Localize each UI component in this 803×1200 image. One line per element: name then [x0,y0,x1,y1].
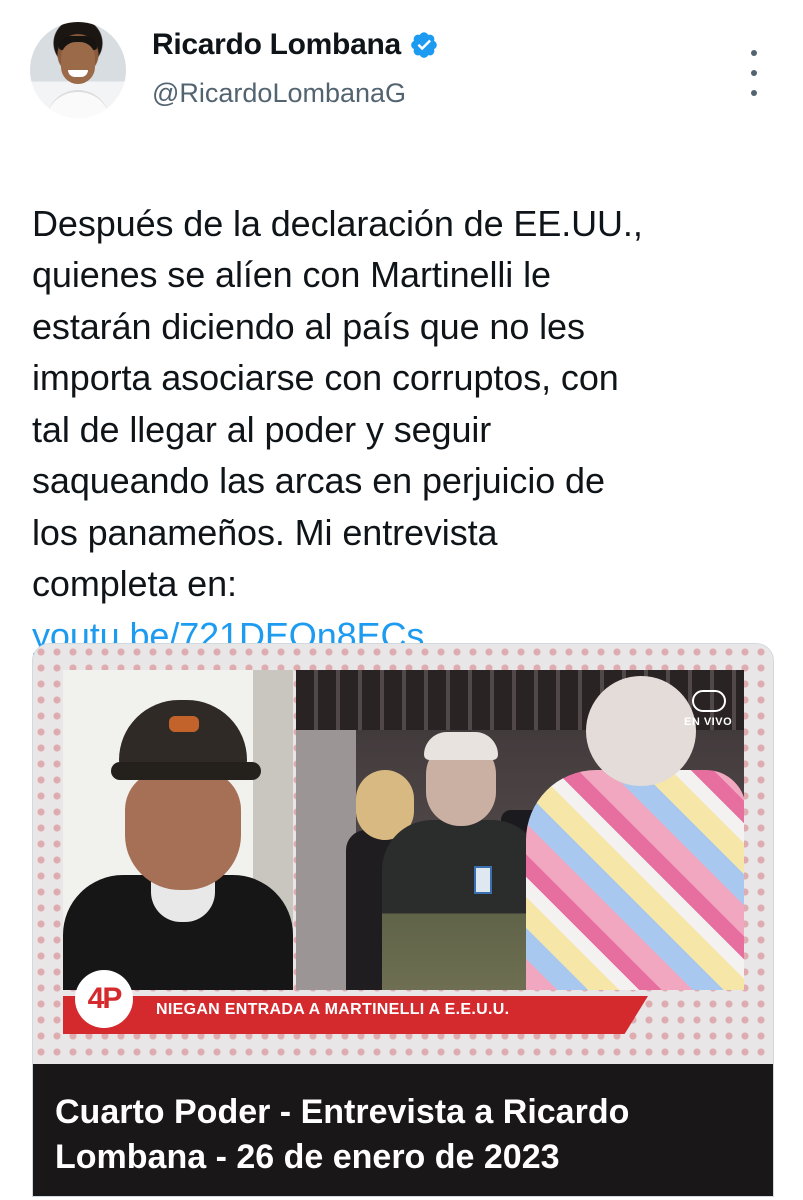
man-hair [424,732,498,760]
card-title[interactable]: Cuarto Poder - Entrevista a Ricardo Lomb… [55,1090,755,1180]
bald-head [586,676,696,786]
avatar-face [61,42,95,84]
cap-brim [111,762,261,780]
author-display-name[interactable]: Ricardo Lombana [152,28,401,62]
video-right-panel: EN VIVO [296,670,744,990]
channel-logo-icon [692,690,726,712]
plaid-shirt-figure [526,770,744,990]
video-left-panel [63,670,293,990]
author-handle[interactable]: @RicardoLombanaG [152,78,406,109]
lower-third-text: NIEGAN ENTRADA A MARTINELLI A E.E.U.U. [156,1001,510,1018]
tweet-body: Después de la declaración de EE.UU., qui… [32,146,777,713]
card-caption[interactable]: Cuarto Poder - Entrevista a Ricardo Lomb… [33,1064,773,1196]
show-logo: 4P [75,970,133,1028]
person-cap [119,700,247,770]
more-dot [751,90,757,96]
live-label: EN VIVO [684,716,733,728]
id-badge [474,866,492,894]
cap-logo [169,716,199,732]
author-avatar[interactable] [30,22,126,118]
author-name-row[interactable]: Ricardo Lombana [152,28,439,62]
more-dot [751,50,757,56]
more-dot [751,70,757,76]
more-options-icon[interactable] [742,50,766,96]
verified-badge-icon [411,32,437,58]
person-face [125,770,241,890]
link-preview-card[interactable]: EN VIVO NIEGAN ENTRADA A MARTINELLI A E.… [32,643,774,1197]
avatar-shirt [46,90,110,118]
show-logo-text: 4P [87,982,123,1015]
man-jacket [382,820,542,990]
tweet-text: Después de la declaración de EE.UU., qui… [32,202,643,605]
